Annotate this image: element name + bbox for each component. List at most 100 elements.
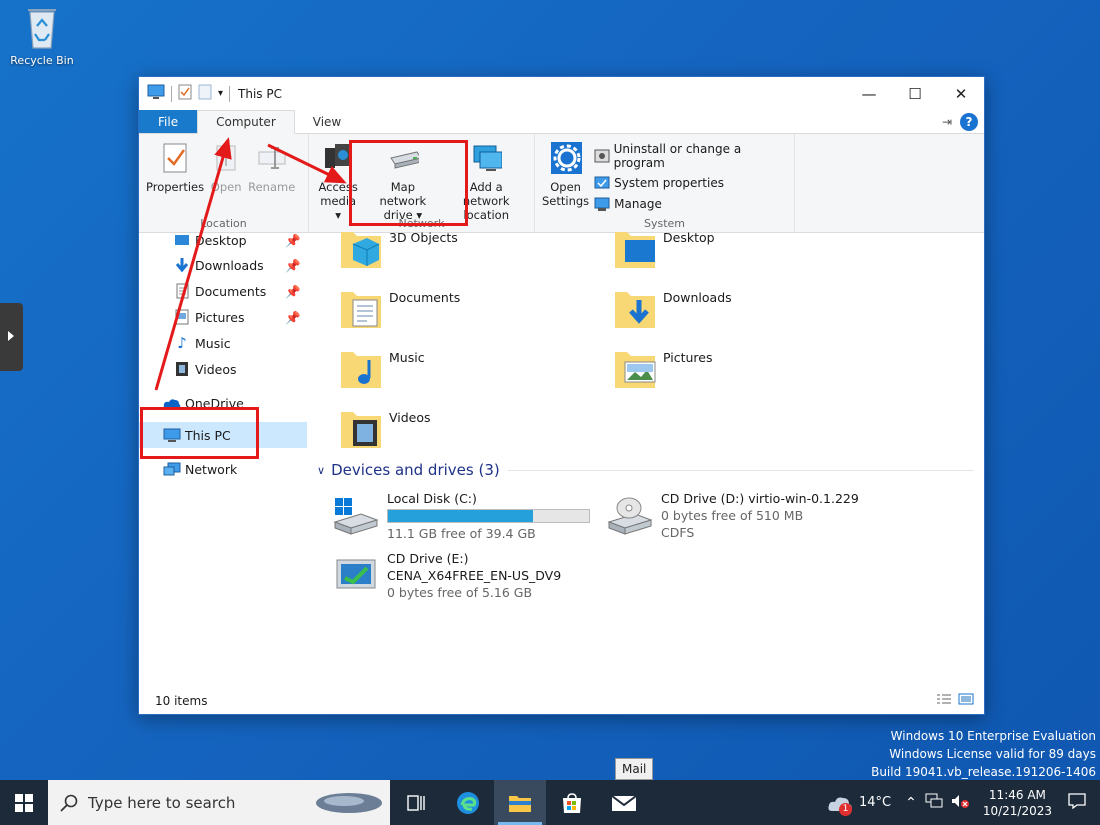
open-settings-label: Open Settings [542, 180, 590, 208]
drive-name: CD Drive (D:) virtio-win-0.1.229 [661, 491, 859, 506]
show-hidden-icons-chevron-icon[interactable]: ⌃ [901, 795, 921, 811]
tab-file[interactable]: File [139, 110, 198, 133]
drive-c[interactable]: Local Disk (C:) 11.1 GB free of 39.4 GB [333, 490, 590, 542]
nav-item-downloads[interactable]: Downloads 📌 [139, 252, 307, 278]
status-bar: 10 items [139, 688, 984, 714]
window-title: This PC [238, 86, 282, 101]
drive-usage-bar [387, 509, 590, 523]
uninstall-program-button[interactable]: Uninstall or change a program [594, 142, 790, 170]
settings-gear-icon [550, 138, 582, 178]
maximize-button[interactable]: ☐ [892, 77, 938, 110]
nav-label: Videos [195, 361, 237, 377]
close-button[interactable]: ✕ [938, 77, 984, 110]
network-icon [163, 461, 181, 477]
minimize-button[interactable]: — [846, 77, 892, 110]
quick-access-toolbar: ▾ [147, 84, 231, 103]
search-highlight-image-icon [316, 793, 382, 813]
desktop-icon [173, 232, 191, 248]
nav-item-documents[interactable]: Documents 📌 [139, 278, 307, 304]
watermark-line: Build 19041.vb_release.191206-1406 [871, 765, 1096, 779]
taskbar-mail[interactable] [598, 780, 650, 825]
nav-label: Downloads [195, 257, 264, 273]
properties-quick-icon[interactable] [178, 84, 192, 103]
nav-label: Music [195, 335, 231, 351]
navigation-pane: Desktop 📌 Downloads 📌 Documents 📌 Pictur… [139, 233, 311, 688]
start-button[interactable] [0, 780, 48, 825]
taskbar-store[interactable] [546, 780, 598, 825]
weather-badge: 1 [838, 802, 852, 816]
pin-icon: 📌 [285, 258, 301, 273]
drive-e[interactable]: CD Drive (E:) CENA_X64FREE_EN-US_DV9 0 b… [333, 550, 561, 601]
task-view-icon [407, 794, 425, 811]
item-count: 10 items [155, 694, 208, 708]
music-folder-icon [339, 344, 383, 394]
rename-label: Rename [248, 180, 296, 194]
side-expand-tab[interactable] [0, 303, 23, 371]
tab-computer[interactable]: Computer [197, 110, 295, 134]
details-view-icon[interactable] [936, 693, 952, 708]
explorer-window: ▾ This PC — ☐ ✕ File Computer View ⇥ ? P… [138, 76, 985, 715]
folder-downloads[interactable]: Downloads [613, 284, 732, 334]
pin-icon: 📌 [285, 310, 301, 325]
add-network-location-icon [470, 138, 503, 178]
recycle-bin-shortcut[interactable]: Recycle Bin [4, 4, 80, 67]
taskbar-edge[interactable] [442, 780, 494, 825]
folder-documents[interactable]: Documents [339, 284, 460, 334]
nav-item-network[interactable]: Network [139, 456, 307, 482]
ribbon: Properties Open Rename Location Access m… [139, 134, 984, 233]
ribbon-pin-icon[interactable]: ⇥ [942, 115, 952, 129]
folder-name: Music [389, 350, 425, 365]
content-pane: 3D Objects Desktop Documents Downloads M… [311, 230, 984, 688]
clock[interactable]: 11:46 AM 10/21/2023 [973, 787, 1062, 819]
documents-folder-icon [339, 284, 383, 334]
manage-label: Manage [614, 197, 662, 211]
taskbar-file-explorer[interactable] [494, 780, 546, 825]
tab-view[interactable]: View [295, 110, 359, 133]
annotation-box-this-pc [140, 407, 259, 459]
devices-and-drives-header[interactable]: ∨ Devices and drives (3) [317, 461, 974, 479]
drive-free-space: 0 bytes free of 510 MB [661, 508, 804, 523]
notifications-icon[interactable] [1062, 792, 1100, 813]
manage-button[interactable]: Manage [594, 196, 790, 212]
drive-free-space: 0 bytes free of 5.16 GB [387, 585, 533, 600]
nav-item-music[interactable]: ♪ Music [139, 330, 307, 356]
drive-d[interactable]: CD Drive (D:) virtio-win-0.1.229 0 bytes… [607, 490, 859, 541]
drive-name: Local Disk (C:) [387, 491, 477, 506]
system-properties-label: System properties [614, 176, 724, 190]
folder-name: 3D Objects [389, 230, 458, 245]
folder-music[interactable]: Music [339, 344, 425, 394]
large-icons-view-icon[interactable] [958, 693, 974, 708]
separator [171, 85, 172, 102]
nav-item-desktop[interactable]: Desktop 📌 [139, 227, 307, 253]
pin-icon: 📌 [285, 284, 301, 299]
search-placeholder: Type here to search [88, 793, 236, 812]
customize-toolbar-icon[interactable]: ▾ [218, 88, 223, 99]
ribbon-tabs: File Computer View ⇥ ? [139, 110, 984, 134]
annotation-box-map-network-drive [349, 140, 468, 226]
system-properties-button[interactable]: System properties [594, 175, 790, 191]
drive-volume-label: CENA_X64FREE_EN-US_DV9 [387, 568, 562, 583]
nav-item-pictures[interactable]: Pictures 📌 [139, 304, 307, 330]
taskbar-search-box[interactable]: Type here to search [48, 780, 390, 825]
new-folder-quick-icon[interactable] [198, 84, 212, 103]
folder-videos[interactable]: Videos [339, 404, 431, 454]
mail-icon [611, 794, 637, 811]
drive-filesystem: CDFS [661, 525, 695, 540]
windows-drive-icon [333, 496, 379, 540]
folder-3d-objects[interactable]: 3D Objects [339, 224, 458, 274]
folder-desktop[interactable]: Desktop [613, 224, 715, 274]
help-icon[interactable]: ? [960, 113, 978, 131]
folder-pictures[interactable]: Pictures [613, 344, 713, 394]
collapse-chevron-icon: ∨ [317, 463, 326, 477]
network-tray-icon[interactable] [921, 793, 947, 813]
section-divider [507, 469, 974, 471]
nav-item-videos[interactable]: Videos [139, 356, 307, 382]
manage-icon [594, 197, 610, 211]
open-icon [210, 138, 242, 178]
task-view-button[interactable] [390, 780, 442, 825]
uninstall-label: Uninstall or change a program [613, 142, 742, 170]
drive-free-space: 11.1 GB free of 39.4 GB [387, 526, 536, 541]
weather-widget[interactable]: 1 14°C [817, 793, 901, 816]
taskbar: Type here to search 1 14°C ⌃ 11:46 AM 10… [0, 780, 1100, 825]
volume-muted-icon[interactable] [947, 793, 973, 813]
